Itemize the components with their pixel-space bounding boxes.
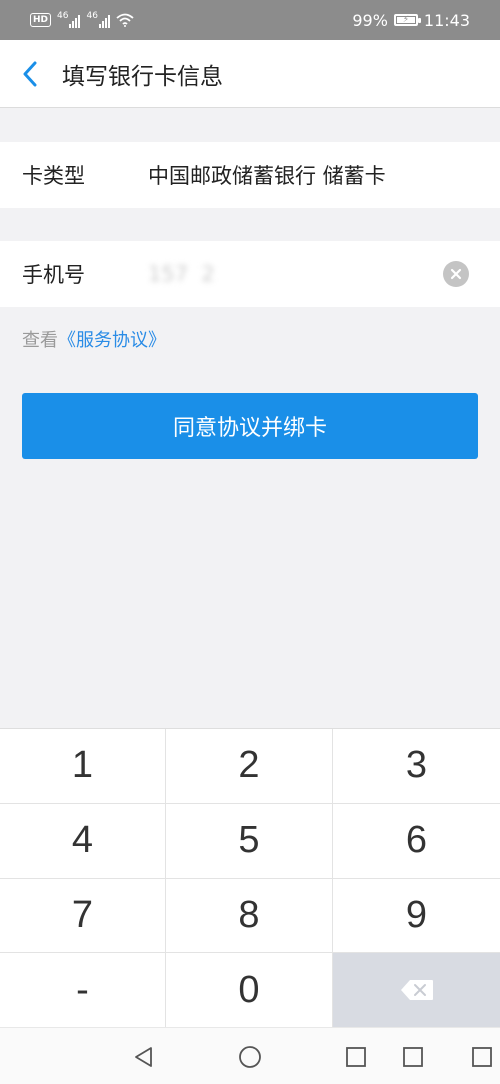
network-type-label-2: 46 bbox=[86, 11, 98, 21]
phone-row: 手机号 bbox=[0, 241, 500, 307]
battery-icon: ⚡ bbox=[393, 14, 421, 26]
key-0[interactable]: 0 bbox=[166, 953, 333, 1028]
key-dash[interactable]: - bbox=[0, 953, 166, 1028]
recent-square-icon[interactable] bbox=[344, 1045, 368, 1069]
wifi-icon bbox=[116, 13, 134, 27]
navigation-bar bbox=[0, 1027, 500, 1084]
header: 填写银行卡信息 bbox=[0, 40, 500, 108]
clock: 11:43 bbox=[423, 10, 470, 30]
cellular-signal-icon: 46 bbox=[57, 11, 81, 28]
agreement-prefix: 查看 bbox=[22, 330, 58, 351]
cellular-signal-icon-2: 46 bbox=[86, 11, 110, 28]
key-8[interactable]: 8 bbox=[166, 878, 333, 954]
page-title: 填写银行卡信息 bbox=[62, 63, 223, 90]
key-5[interactable]: 5 bbox=[166, 803, 333, 879]
card-type-value: 中国邮政储蓄银行 储蓄卡 bbox=[148, 164, 386, 188]
network-type-label: 46 bbox=[57, 11, 69, 21]
hd-badge: HD bbox=[30, 13, 52, 27]
phone-input[interactable] bbox=[148, 262, 428, 286]
status-right: 99% ⚡ 11:43 bbox=[352, 11, 470, 30]
status-left: HD 46 46 bbox=[30, 12, 134, 28]
key-2[interactable]: 2 bbox=[166, 729, 333, 804]
chevron-left-icon bbox=[23, 61, 37, 86]
home-circle-icon[interactable] bbox=[238, 1045, 262, 1069]
phone-label: 手机号 bbox=[22, 263, 85, 287]
key-3[interactable]: 3 bbox=[333, 729, 500, 804]
key-6[interactable]: 6 bbox=[333, 803, 500, 879]
key-delete[interactable] bbox=[333, 953, 500, 1028]
back-triangle-icon[interactable] bbox=[132, 1045, 156, 1069]
key-1[interactable]: 1 bbox=[0, 729, 166, 804]
status-bar: HD 46 46 99% ⚡ 11:43 bbox=[0, 0, 500, 40]
key-7[interactable]: 7 bbox=[0, 878, 166, 954]
agreement-text: 查看《服务协议》 bbox=[22, 326, 166, 352]
battery-percent: 99% bbox=[352, 10, 388, 30]
key-9[interactable]: 9 bbox=[333, 878, 500, 954]
card-type-label: 卡类型 bbox=[22, 164, 85, 188]
square-icon[interactable] bbox=[401, 1045, 425, 1069]
card-type-row[interactable]: 卡类型 中国邮政储蓄银行 储蓄卡 bbox=[0, 142, 500, 208]
key-4[interactable]: 4 bbox=[0, 803, 166, 879]
backspace-icon bbox=[400, 980, 433, 1001]
clear-icon bbox=[450, 268, 462, 280]
service-agreement-link[interactable]: 《服务协议》 bbox=[58, 330, 166, 351]
numeric-keypad: 1 2 3 4 5 6 7 8 9 - 0 bbox=[0, 728, 500, 1028]
clear-button[interactable] bbox=[443, 261, 469, 287]
agree-and-bind-button[interactable]: 同意协议并绑卡 bbox=[22, 393, 478, 459]
square-icon-2[interactable] bbox=[470, 1045, 494, 1069]
back-button[interactable] bbox=[0, 40, 60, 108]
